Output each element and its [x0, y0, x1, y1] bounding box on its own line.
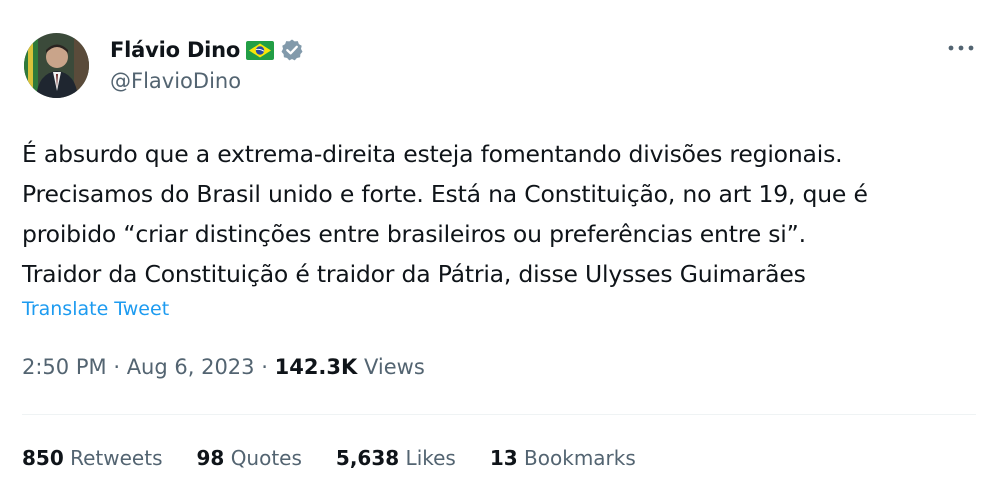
retweets-stat[interactable]: 850 Retweets — [22, 446, 162, 470]
author-display-name[interactable]: Flávio Dino — [110, 38, 240, 62]
meta-separator: · — [261, 355, 268, 379]
tweet-date[interactable]: Aug 6, 2023 — [127, 355, 255, 379]
bookmarks-label: Bookmarks — [524, 446, 636, 470]
brazil-flag-icon — [246, 40, 275, 60]
likes-stat[interactable]: 5,638 Likes — [336, 446, 456, 470]
tweet-card: Flávio Dino @FlavioDino É absurdo que a … — [0, 0, 1000, 478]
tweet-text-line: É absurdo que a extrema-direita esteja f… — [22, 140, 843, 168]
divider — [22, 414, 976, 415]
author-name-row: Flávio Dino — [110, 35, 304, 65]
retweets-label: Retweets — [70, 446, 163, 470]
more-options-icon — [948, 45, 974, 51]
engagement-stats: 850 Retweets 98 Quotes 5,638 Likes 13 Bo… — [22, 446, 636, 470]
quotes-label: Quotes — [230, 446, 302, 470]
meta-separator: · — [113, 355, 120, 379]
tweet-meta: 2:50 PM · Aug 6, 2023 · 142.3K Views — [22, 355, 425, 379]
likes-count: 5,638 — [335, 446, 400, 470]
translate-tweet-link[interactable]: Translate Tweet — [22, 298, 169, 320]
quotes-stat[interactable]: 98 Quotes — [196, 446, 301, 470]
bookmarks-stat[interactable]: 13 Bookmarks — [490, 446, 636, 470]
views-count: 142.3K — [274, 355, 358, 379]
verified-badge-icon[interactable] — [280, 38, 304, 62]
tweet-text-line: Traidor da Constituição é traidor da Pát… — [22, 260, 806, 288]
views-label: Views — [363, 355, 425, 379]
bookmarks-count: 13 — [489, 446, 518, 470]
more-options-button[interactable] — [946, 36, 976, 60]
likes-label: Likes — [405, 446, 456, 470]
tweet-text-line: proibido “criar distinções entre brasile… — [22, 220, 806, 248]
tweet-time[interactable]: 2:50 PM — [22, 355, 107, 379]
tweet-text: É absurdo que a extrema-direita esteja f… — [22, 134, 972, 294]
tweet-text-line: Precisamos do Brasil unido e forte. Está… — [22, 180, 868, 208]
author-handle[interactable]: @FlavioDino — [110, 69, 241, 93]
retweets-count: 850 — [22, 446, 64, 470]
quotes-count: 98 — [196, 446, 225, 470]
avatar[interactable] — [24, 33, 89, 98]
